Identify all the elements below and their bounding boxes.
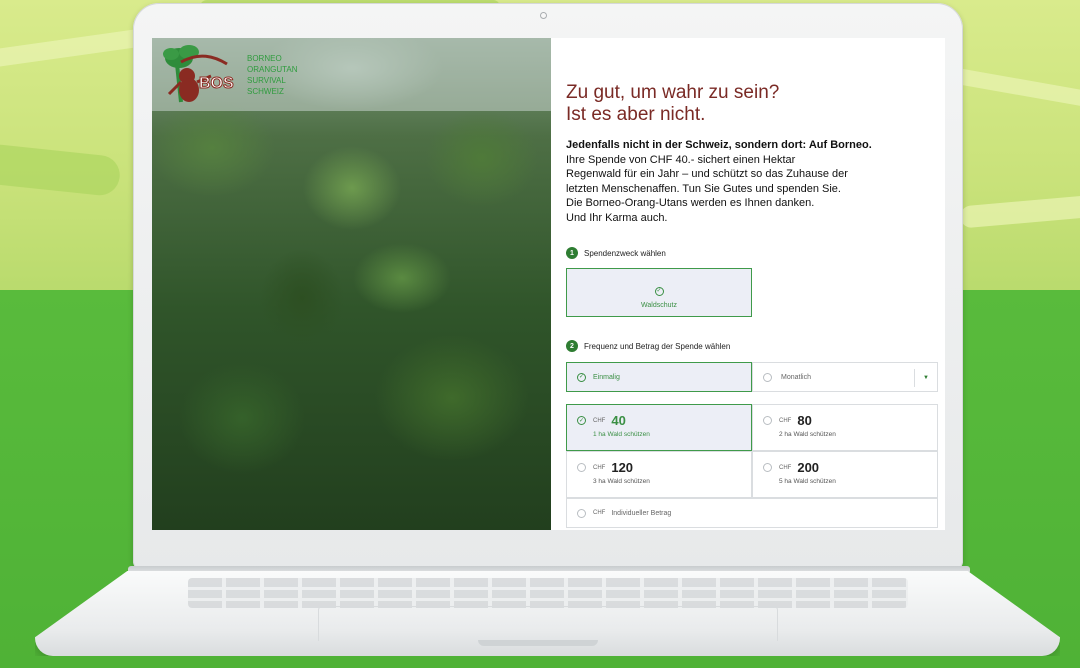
frequency-label: Einmalig [593, 373, 620, 381]
amount-value: 200 [797, 460, 820, 475]
rainforest-image: BOS BORNEO ORANGUTAN SURVIVAL SCHWEIZ [152, 38, 551, 530]
frequency-option-einmalig[interactable]: ✓ Einmalig [566, 362, 752, 392]
currency-label: CHF [779, 464, 792, 471]
donation-panel: Zu gut, um wahr zu sein? Ist es aber nic… [566, 38, 938, 530]
logo-wordmark: BORNEO ORANGUTAN SURVIVAL SCHWEIZ [247, 53, 298, 97]
amount-option-120[interactable]: CHF 120 3 ha Wald schützen [566, 451, 752, 498]
check-circle-icon: ✓ [577, 372, 586, 382]
step-2-heading: 2 Frequenz und Betrag der Spende wählen [566, 340, 730, 352]
step-label: Frequenz und Betrag der Spende wählen [584, 341, 731, 351]
logo-bar: BOS BORNEO ORANGUTAN SURVIVAL SCHWEIZ [152, 38, 551, 111]
intro-line: Ihre Spende von CHF 40.- sichert einen H… [566, 153, 796, 166]
custom-amount-field[interactable]: CHF Individueller Betrag [566, 498, 938, 528]
amount-subtitle: 2 ha Wald schützen [779, 431, 836, 438]
amount-value: 40 [611, 413, 626, 428]
step-number: 2 [566, 340, 578, 352]
intro-line: Regenwald für ein Jahr – und schützt so … [566, 168, 848, 180]
laptop-screen: BOS BORNEO ORANGUTAN SURVIVAL SCHWEIZ Zu… [152, 38, 945, 530]
camera-icon [540, 12, 547, 19]
logo-line: SURVIVAL [247, 76, 286, 85]
check-circle-icon: ✓ [654, 286, 664, 296]
keyboard [188, 578, 908, 608]
currency-label: CHF [779, 417, 792, 424]
frequency-option-monatlich[interactable]: Monatlich ▼ [752, 362, 938, 392]
radio-icon [763, 372, 772, 382]
amount-option-200[interactable]: CHF 200 5 ha Wald schützen [752, 451, 938, 498]
intro-text: Jedenfalls nicht in der Schweiz, sondern… [566, 138, 938, 225]
custom-amount-placeholder: Individueller Betrag [611, 509, 672, 517]
radio-icon [763, 463, 772, 472]
headline-line: Ist es aber nicht. [566, 104, 706, 125]
radio-icon [763, 416, 772, 425]
trackpad [318, 606, 778, 641]
purpose-option-waldschutz[interactable]: ✓ Waldschutz [566, 268, 752, 317]
headline-line: Zu gut, um wahr zu sein? [566, 82, 780, 103]
orangutan-logo-icon: BOS [163, 45, 235, 103]
laptop-lip [478, 640, 598, 646]
amount-option-40[interactable]: ✓ CHF 40 1 ha Wald schützen [566, 404, 752, 451]
amount-value: 120 [611, 460, 634, 475]
purpose-label: Waldschutz [641, 302, 677, 309]
chevron-down-icon[interactable]: ▼ [914, 369, 937, 387]
logo-mark-text: BOS [199, 75, 234, 92]
intro-bold: Jedenfalls nicht in der Schweiz, sondern… [566, 139, 872, 151]
amount-subtitle: 1 ha Wald schützen [593, 431, 650, 438]
amount-subtitle: 3 ha Wald schützen [593, 478, 650, 485]
frequency-label: Monatlich [781, 373, 811, 381]
page-title: Zu gut, um wahr zu sein? Ist es aber nic… [566, 82, 938, 126]
step-number: 1 [566, 247, 578, 259]
amount-option-80[interactable]: CHF 80 2 ha Wald schützen [752, 404, 938, 451]
intro-line: Und Ihr Karma auch. [566, 211, 668, 224]
radio-icon [577, 463, 586, 472]
amount-subtitle: 5 ha Wald schützen [779, 478, 836, 485]
logo-line: ORANGUTAN [247, 65, 298, 74]
amount-value: 80 [797, 413, 812, 428]
step-1-heading: 1 Spendenzweck wählen [566, 247, 666, 259]
intro-line: Die Borneo-Orang-Utans werden es Ihnen d… [566, 197, 815, 209]
check-circle-icon: ✓ [577, 416, 586, 425]
currency-label: CHF [593, 464, 606, 471]
logo-line: BORNEO [247, 54, 282, 63]
intro-line: letzten Menschenaffen. Tun Sie Gutes und… [566, 182, 841, 195]
logo-line: SCHWEIZ [247, 87, 284, 96]
step-label: Spendenzweck wählen [584, 248, 666, 258]
radio-icon [577, 508, 586, 518]
currency-label: CHF [593, 510, 606, 516]
currency-label: CHF [593, 417, 606, 424]
